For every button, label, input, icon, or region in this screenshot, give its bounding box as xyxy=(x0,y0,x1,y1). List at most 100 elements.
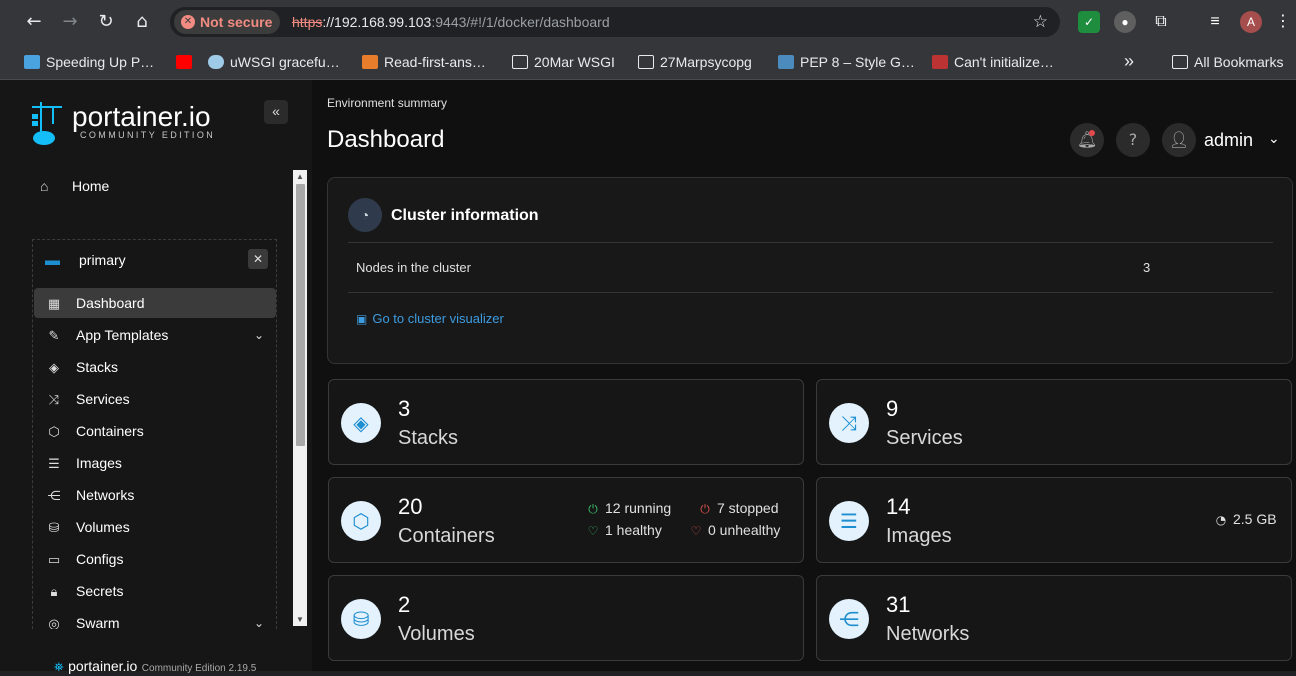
images-card[interactable]: ☰ 14 Images ◔ 2.5 GB xyxy=(816,477,1292,563)
environment-header: ▬ primary xyxy=(45,250,126,270)
bookmark-item[interactable]: Speeding Up P… xyxy=(24,51,154,73)
logo-subtitle: COMMUNITY EDITION xyxy=(80,130,216,140)
puzzle-icon[interactable]: ⧉ xyxy=(1150,11,1172,33)
networks-card[interactable]: ⋲ 31 Networks xyxy=(816,575,1292,661)
heart-icon: ♡ xyxy=(690,524,702,538)
url-text[interactable]: https://192.168.99.103:9443/#!/1/docker/… xyxy=(292,7,610,37)
url-scheme: https xyxy=(292,14,323,30)
cloud-icon xyxy=(208,55,224,69)
list-icon: ☰ xyxy=(48,457,60,472)
services-card[interactable]: ⤨ 9 Services xyxy=(816,379,1292,465)
sidebar-item-images[interactable]: ☰ Images xyxy=(34,448,276,478)
user-icon: 👤︎ xyxy=(1168,130,1190,149)
sidebar-item-label: Stacks xyxy=(76,359,119,375)
sidebar-scrollbar[interactable]: ▲ ▼ xyxy=(293,170,307,626)
forward-icon[interactable]: → xyxy=(56,8,84,36)
images-size-stat: ◔ 2.5 GB xyxy=(1213,511,1277,527)
share-icon: ⋲ xyxy=(47,489,61,504)
sidebar-item-label: Configs xyxy=(76,551,124,567)
sidebar: portainer.io COMMUNITY EDITION « ⌂ Home ▬… xyxy=(0,80,312,674)
bookmark-folder[interactable]: 20Mar WSGI xyxy=(512,51,615,73)
unhealthy-stat: ♡ 0 unhealthy xyxy=(688,522,781,538)
networks-label: Networks xyxy=(886,623,970,645)
bookmark-label: uWSGI gracefu… xyxy=(230,54,340,70)
stopped-label: 7 stopped xyxy=(717,500,779,516)
shield-extension-icon[interactable]: ✓ xyxy=(1078,11,1100,33)
bookmark-star-icon[interactable]: ☆ xyxy=(1033,7,1048,37)
media-icon[interactable]: ≡ xyxy=(1204,11,1226,33)
bookmark-label: Speeding Up P… xyxy=(46,54,155,70)
chevron-down-icon[interactable]: ⌄ xyxy=(254,608,264,629)
layers-icon: ◈ xyxy=(49,361,59,376)
not-secure-chip[interactable]: ✕ Not secure xyxy=(174,10,281,34)
bookmark-label: 27Marpsycopg xyxy=(660,54,752,70)
layers-icon: ◈ xyxy=(341,403,381,443)
all-bookmarks-label: All Bookmarks xyxy=(1194,54,1284,70)
back-icon[interactable]: ← xyxy=(20,8,48,36)
bookmark-folder[interactable]: 27Marpsycopg xyxy=(638,51,752,73)
scroll-up-arrow-icon[interactable]: ▲ xyxy=(296,172,304,181)
power-icon: ⏻ xyxy=(588,502,598,516)
collapse-sidebar-button[interactable]: « xyxy=(264,100,288,124)
scroll-down-arrow-icon[interactable]: ▼ xyxy=(296,615,304,624)
scrollbar-thumb[interactable] xyxy=(296,184,305,446)
bookmark-item[interactable]: Read-first-ans… xyxy=(362,51,486,73)
reload-icon[interactable]: ↻ xyxy=(92,8,120,36)
sidebar-item-stacks[interactable]: ◈ Stacks xyxy=(34,352,276,382)
all-bookmarks-folder[interactable]: All Bookmarks xyxy=(1172,51,1283,73)
url-host: ://192.168.99.103 xyxy=(322,14,432,30)
sidebar-item-secrets[interactable]: 🔒︎ Secrets xyxy=(34,576,276,606)
sidebar-item-label: Secrets xyxy=(76,583,124,599)
bookmark-item[interactable]: PEP 8 – Style G… xyxy=(778,51,915,73)
sidebar-item-volumes[interactable]: ⛁ Volumes xyxy=(34,512,276,542)
sidebar-item-configs[interactable]: ▭ Configs xyxy=(34,544,276,574)
close-environment-button[interactable]: ✕ xyxy=(248,249,268,269)
bookmark-item[interactable]: Can't initialize… xyxy=(932,51,1054,73)
sidebar-item-label: Containers xyxy=(76,423,144,439)
notifications-button[interactable]: 🔔︎ xyxy=(1070,123,1104,157)
bookmark-item[interactable]: uWSGI gracefu… xyxy=(208,51,340,73)
sidebar-item-home[interactable]: ⌂ Home xyxy=(40,176,109,196)
chevron-down-icon[interactable]: ⌄ xyxy=(254,320,264,350)
more-bookmarks-button[interactable]: » xyxy=(1124,50,1134,72)
sidebar-item-label: App Templates xyxy=(76,327,169,343)
profile-initial: A xyxy=(1246,15,1255,29)
services-count: 9 xyxy=(886,396,899,421)
heart-icon: ♡ xyxy=(587,524,599,538)
containers-card[interactable]: ⬡ 20 Containers ⏻ 12 running ⏻ 7 stopped ♡… xyxy=(328,477,804,563)
user-avatar[interactable]: 👤︎ xyxy=(1162,123,1196,157)
unhealthy-label: 0 unhealthy xyxy=(708,522,781,538)
profile-avatar[interactable]: A xyxy=(1240,11,1262,33)
pie-chart-icon: ◔ xyxy=(1215,513,1227,527)
chevron-down-icon[interactable]: ⌄ xyxy=(1268,131,1280,147)
cluster-visualizer-link[interactable]: ▣ Go to cluster visualizer xyxy=(356,311,504,326)
sidebar-item-app-templates[interactable]: ✎ App Templates ⌄ xyxy=(34,320,276,350)
user-menu[interactable]: admin xyxy=(1204,130,1253,151)
address-bar[interactable]: ✕ Not secure https://192.168.99.103:9443… xyxy=(170,7,1060,37)
healthy-stat: ♡ 1 healthy xyxy=(585,522,662,538)
notification-dot xyxy=(1089,130,1095,136)
stacks-card[interactable]: ◈ 3 Stacks xyxy=(328,379,804,465)
help-button[interactable]: ? xyxy=(1116,123,1150,157)
bookmark-item[interactable] xyxy=(176,51,198,73)
sidebar-item-containers[interactable]: ⬡ Containers xyxy=(34,416,276,446)
extension-icon[interactable]: ● xyxy=(1114,11,1136,33)
sidebar-item-services[interactable]: ⤨ Services xyxy=(34,384,276,414)
folder-icon xyxy=(638,55,654,69)
sidebar-item-dashboard[interactable]: ▦ Dashboard xyxy=(34,288,276,318)
networks-count: 31 xyxy=(886,592,911,617)
help-icon: ? xyxy=(1128,130,1138,149)
stacks-count: 3 xyxy=(398,396,411,421)
volumes-card[interactable]: ⛁ 2 Volumes xyxy=(328,575,804,661)
sidebar-item-networks[interactable]: ⋲ Networks xyxy=(34,480,276,510)
home-icon[interactable]: ⌂ xyxy=(128,8,156,36)
folder-icon xyxy=(1172,55,1188,69)
python-icon xyxy=(778,55,794,69)
bookmarks-bar: Speeding Up P… uWSGI gracefu… Read-first… xyxy=(0,44,1296,80)
running-stat: ⏻ 12 running xyxy=(585,500,671,517)
sidebar-item-swarm[interactable]: ◎ Swarm ⌄ xyxy=(34,608,276,629)
divider xyxy=(348,292,1273,293)
menu-dots-icon[interactable]: ⋮ xyxy=(1272,11,1294,33)
url-path: :9443/#!/1/docker/dashboard xyxy=(431,14,610,30)
footer-name: portainer.io xyxy=(68,658,138,674)
